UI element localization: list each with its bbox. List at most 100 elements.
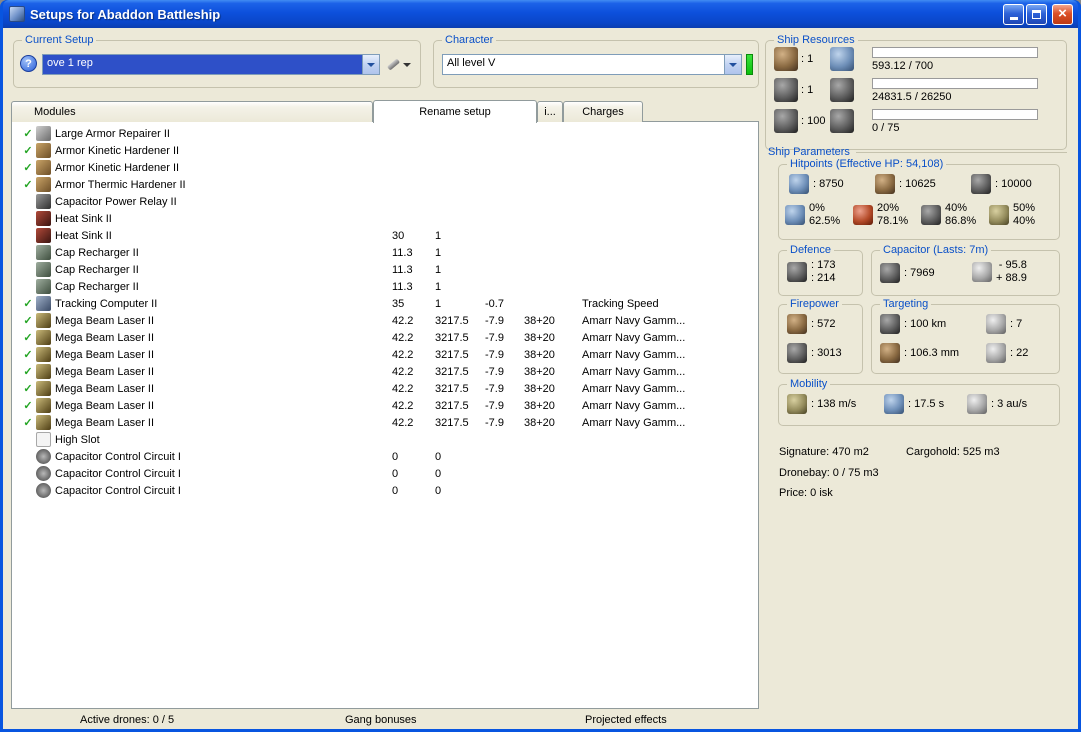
character-label: Character	[442, 34, 497, 47]
module-col4: 38+20	[524, 348, 555, 361]
module-row[interactable]: ✓ Mega Beam Laser II 42.2 3217.5 -7.9 38…	[12, 346, 758, 363]
module-row[interactable]: ✓ Armor Kinetic Hardener II	[12, 159, 758, 176]
module-col3: -7.9	[485, 348, 504, 361]
cap-recharge-value: + 88.9	[996, 272, 1027, 284]
module-row[interactable]: Cap Recharger II 11.3 1	[12, 261, 758, 278]
armor-hardener-icon	[36, 160, 51, 175]
module-row[interactable]: ✓ Armor Kinetic Hardener II	[12, 142, 758, 159]
cpu-value: 593.12 / 700	[872, 60, 934, 72]
defence-value-1: : 173	[811, 259, 836, 271]
module-col2: 3217.5	[435, 382, 469, 395]
maximize-button[interactable]	[1026, 3, 1047, 25]
module-check: ✓	[23, 400, 33, 412]
launcher-hardpoints-icon	[774, 78, 798, 102]
module-name: Capacitor Control Circuit I	[55, 467, 181, 480]
mobility-group: Mobility : 138 m/s : 17.5 s : 3 au/s	[778, 378, 1060, 426]
active-drones-text: Active drones: 0 / 5	[80, 714, 175, 726]
kinetic-resist-top: 40%	[945, 202, 968, 214]
heat-sink-icon	[36, 211, 51, 226]
module-col1: 11.3	[392, 263, 413, 276]
mega-beam-laser-icon	[36, 313, 51, 328]
module-row[interactable]: ✓ Mega Beam Laser II 42.2 3217.5 -7.9 38…	[12, 380, 758, 397]
module-row[interactable]: ✓ Mega Beam Laser II 42.2 3217.5 -7.9 38…	[12, 397, 758, 414]
module-charge: Amarr Navy Gamm...	[582, 314, 686, 327]
cap-recharge-icon	[972, 262, 992, 282]
dronebay-text: Dronebay: 0 / 75 m3	[779, 467, 879, 479]
module-name: Armor Kinetic Hardener II	[55, 161, 180, 174]
capacitor-amount: : 7969	[904, 267, 935, 279]
defence-icon	[787, 262, 807, 282]
close-icon	[1058, 5, 1067, 23]
tab-rename-setup[interactable]: Rename setup	[373, 100, 537, 123]
module-col4: 38+20	[524, 331, 555, 344]
module-row[interactable]: ✓ Armor Thermic Hardener II	[12, 176, 758, 193]
setup-combobox-dropdown-button[interactable]	[362, 55, 379, 74]
module-row[interactable]: Capacitor Control Circuit I 0 0	[12, 448, 758, 465]
hitpoints-label: Hitpoints (Effective HP: 54,108)	[787, 158, 947, 171]
current-setup-label: Current Setup	[22, 34, 97, 47]
setup-tools-button[interactable]	[384, 54, 414, 75]
tab-charges[interactable]: Charges	[563, 101, 643, 122]
module-col2: 1	[435, 246, 442, 259]
mobility-label: Mobility	[787, 378, 831, 391]
module-check: ✓	[23, 128, 33, 140]
sensor-strength-value: : 22	[1010, 347, 1029, 359]
character-combobox[interactable]: All level V	[442, 54, 742, 75]
module-row[interactable]: ✓ Tracking Computer II 35 1 -0.7 Trackin…	[12, 295, 758, 312]
module-row[interactable]: ✓ Mega Beam Laser II 42.2 3217.5 -7.9 38…	[12, 363, 758, 380]
rig-icon	[36, 449, 51, 464]
tab-truncated[interactable]: i...	[537, 101, 563, 122]
calibration-value: 0 / 75	[872, 122, 900, 134]
module-col3: -7.9	[485, 331, 504, 344]
powergrid-icon	[830, 78, 854, 102]
module-row[interactable]: High Slot	[12, 431, 758, 448]
tab-modules[interactable]: Modules	[11, 101, 373, 122]
dps-value: : 572	[811, 318, 836, 330]
module-check: ✓	[23, 349, 33, 361]
help-icon[interactable]	[20, 55, 37, 72]
em-resist-top: 0%	[809, 202, 825, 214]
firepower-label: Firepower	[787, 298, 842, 311]
module-row[interactable]: Capacitor Control Circuit I 0 0	[12, 482, 758, 499]
targeting-range-icon	[880, 314, 900, 334]
module-list[interactable]: ✓ Large Armor Repairer II ✓ Armor Kineti…	[11, 121, 759, 709]
module-col1: 11.3	[392, 280, 413, 293]
module-col2: 0	[435, 484, 442, 497]
structure-icon	[971, 174, 991, 194]
title-bar[interactable]: Setups for Abaddon Battleship	[3, 0, 1078, 28]
module-row[interactable]: Heat Sink II 30 1	[12, 227, 758, 244]
cap-recharger-icon	[36, 279, 51, 294]
module-row[interactable]: Capacitor Control Circuit I 0 0	[12, 465, 758, 482]
module-row[interactable]: Cap Recharger II 11.3 1	[12, 244, 758, 261]
module-name: Capacitor Control Circuit I	[55, 484, 181, 497]
module-col4: 38+20	[524, 314, 555, 327]
thermal-resist-bottom: 78.1%	[877, 215, 909, 227]
ammo-icon	[774, 109, 798, 133]
powergrid-value: 24831.5 / 26250	[872, 91, 952, 103]
setup-combobox[interactable]: ove 1 rep	[42, 54, 380, 75]
module-col3: -7.9	[485, 365, 504, 378]
scan-resolution-icon	[880, 343, 900, 363]
module-row[interactable]: Heat Sink II	[12, 210, 758, 227]
module-col2: 1	[435, 280, 442, 293]
module-row[interactable]: Capacitor Power Relay II	[12, 193, 758, 210]
armor-hardener-icon	[36, 177, 51, 192]
module-row[interactable]: ✓ Mega Beam Laser II 42.2 3217.5 -7.9 38…	[12, 329, 758, 346]
module-name: Cap Recharger II	[55, 263, 139, 276]
calibration-bar	[872, 109, 1038, 120]
ship-resources-group: Ship Resources : 1 593.12 / 700 : 1 2483…	[765, 34, 1067, 150]
character-combobox-dropdown-button[interactable]	[724, 55, 741, 74]
minimize-button[interactable]	[1003, 3, 1024, 25]
warp-speed-value: : 3 au/s	[991, 398, 1028, 410]
module-row[interactable]: Cap Recharger II 11.3 1	[12, 278, 758, 295]
character-group: Character All level V	[433, 34, 759, 88]
module-row[interactable]: ✓ Large Armor Repairer II	[12, 125, 758, 142]
scan-resolution-value: : 106.3 mm	[904, 347, 960, 359]
module-name: Large Armor Repairer II	[55, 127, 170, 140]
module-row[interactable]: ✓ Mega Beam Laser II 42.2 3217.5 -7.9 38…	[12, 414, 758, 431]
module-row[interactable]: ✓ Mega Beam Laser II 42.2 3217.5 -7.9 38…	[12, 312, 758, 329]
structure-hp: : 10000	[995, 178, 1032, 190]
close-button[interactable]	[1052, 3, 1073, 25]
module-check: ✓	[23, 315, 33, 327]
module-name: Heat Sink II	[55, 229, 112, 242]
